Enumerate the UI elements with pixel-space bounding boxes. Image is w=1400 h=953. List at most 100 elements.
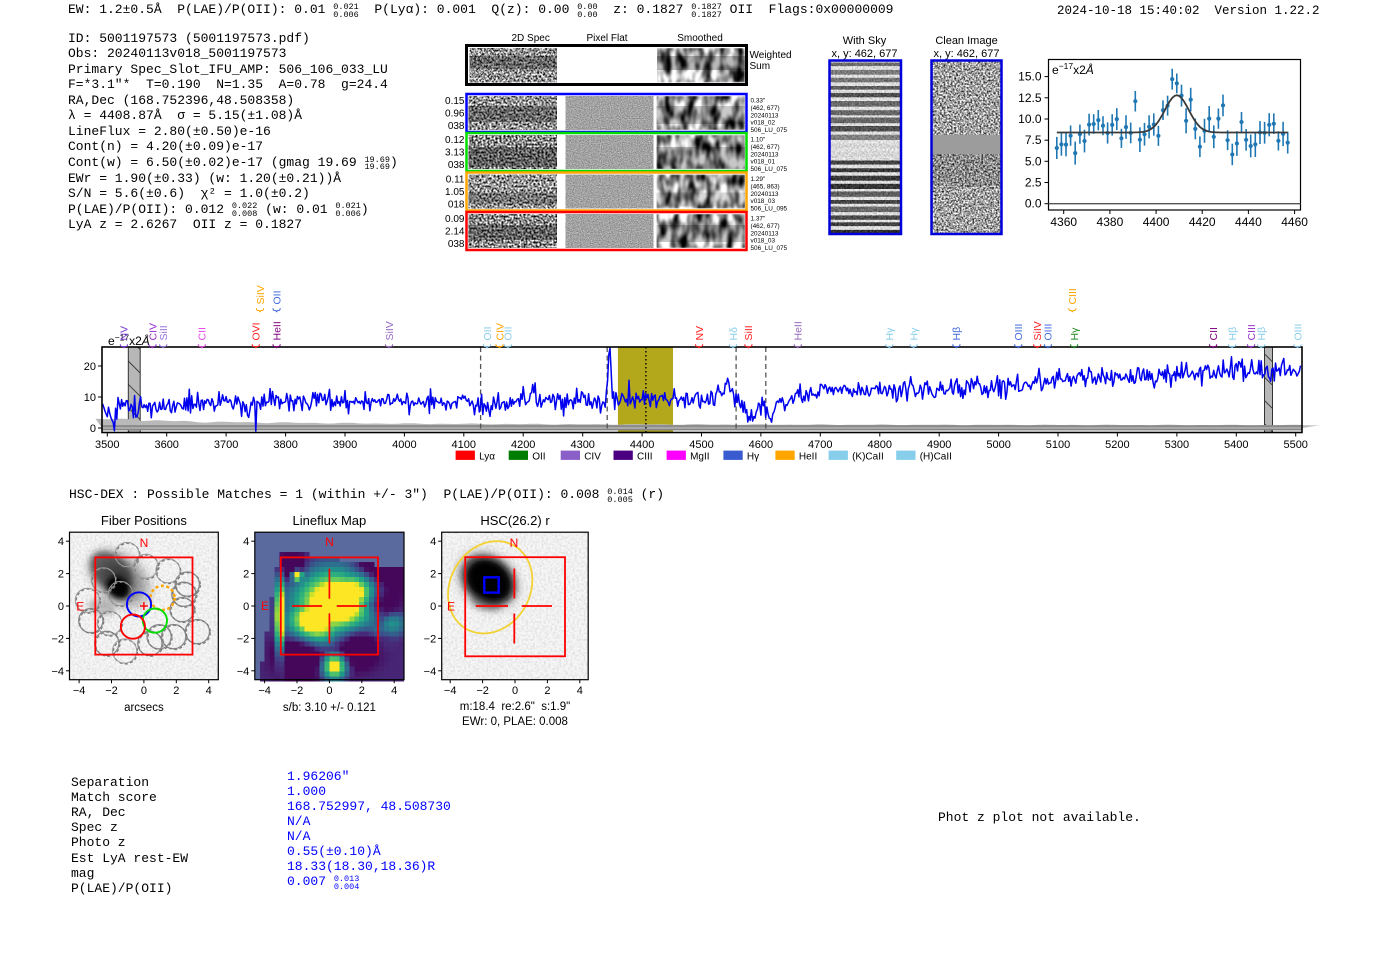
svg-text:506_LU_095: 506_LU_095 (751, 206, 788, 213)
svg-text:4: 4 (577, 685, 583, 697)
svg-text:2: 2 (58, 569, 64, 581)
svg-text:EWr: 0, PLAE: 0.008: EWr: 0, PLAE: 0.008 (462, 716, 568, 728)
svg-text:(462, 677): (462, 677) (751, 144, 780, 151)
svg-text:1.29": 1.29" (751, 176, 766, 183)
svg-text:CIII: CIII (1067, 288, 1079, 304)
svg-text:E: E (76, 600, 84, 614)
svg-text:SiII: SiII (158, 325, 170, 340)
svg-text:Smoothed: Smoothed (677, 33, 723, 44)
svg-text:20240113: 20240113 (751, 112, 779, 119)
svg-text:0.11: 0.11 (446, 175, 465, 186)
svg-text:4100: 4100 (452, 439, 476, 451)
svg-text:Lineflux Map: Lineflux Map (293, 513, 367, 528)
svg-text:MgII: MgII (690, 451, 709, 462)
svg-text:4600: 4600 (749, 439, 773, 451)
svg-text:2: 2 (243, 569, 249, 581)
svg-text:Weighted: Weighted (750, 50, 792, 61)
svg-text:E: E (447, 600, 455, 614)
svg-text:m:18.4 re:2.6" s:1.9": m:18.4 re:2.6" s:1.9" (460, 701, 570, 713)
svg-text:(H)CaII: (H)CaII (920, 451, 952, 462)
svg-text:(462, 677): (462, 677) (751, 105, 780, 112)
svg-text:OIII: OIII (1043, 324, 1055, 341)
svg-text:2D Spec: 2D Spec (512, 33, 550, 44)
svg-text:5200: 5200 (1105, 439, 1129, 451)
svg-text:0: 0 (141, 685, 147, 697)
svg-text:4: 4 (391, 685, 397, 697)
svg-text:−2: −2 (237, 633, 250, 645)
svg-text:N: N (510, 536, 519, 550)
svg-text:4: 4 (430, 536, 436, 548)
svg-text:4380: 4380 (1097, 215, 1124, 229)
svg-text:OIII: OIII (1013, 324, 1025, 341)
svg-text:Hγ: Hγ (1069, 327, 1081, 341)
svg-text:With Sky: With Sky (843, 35, 887, 47)
svg-text:−4: −4 (73, 685, 86, 697)
svg-text:−4: −4 (237, 666, 250, 678)
svg-text:5400: 5400 (1224, 439, 1248, 451)
svg-text:2: 2 (173, 685, 179, 697)
svg-text:NV: NV (694, 326, 706, 341)
svg-text:038: 038 (448, 239, 465, 250)
svg-text:Hγ: Hγ (884, 327, 896, 341)
svg-text:arcsecs: arcsecs (124, 702, 164, 714)
svg-text:E: E (261, 599, 269, 613)
svg-text:2.5: 2.5 (1025, 176, 1042, 190)
svg-text:3700: 3700 (214, 439, 238, 451)
svg-text:Lyα: Lyα (479, 451, 495, 462)
svg-text:1.10": 1.10" (751, 137, 766, 144)
svg-text:OVI: OVI (251, 322, 263, 340)
svg-text:506_LU_075: 506_LU_075 (751, 127, 788, 134)
svg-text:506_LU_075: 506_LU_075 (751, 166, 788, 173)
svg-text:SiIV: SiIV (384, 321, 396, 340)
svg-text:CII: CII (1208, 327, 1220, 340)
svg-text:7.5: 7.5 (1025, 133, 1042, 147)
svg-text:4900: 4900 (927, 439, 951, 451)
svg-text:v018_03: v018_03 (751, 198, 776, 205)
svg-text:0.96: 0.96 (445, 108, 465, 119)
svg-text:Hβ: Hβ (951, 327, 963, 341)
svg-text:5.0: 5.0 (1025, 154, 1042, 168)
svg-text:3500: 3500 (95, 439, 119, 451)
svg-text:OII: OII (271, 290, 283, 304)
svg-text:10: 10 (84, 392, 96, 404)
svg-text:038: 038 (448, 160, 465, 171)
svg-text:4360: 4360 (1050, 215, 1077, 229)
svg-text:e−17x2Å: e−17x2Å (1052, 61, 1094, 77)
svg-text:Clean Image: Clean Image (935, 35, 997, 47)
svg-text:0: 0 (90, 423, 96, 435)
svg-text:OIII: OIII (1292, 324, 1304, 341)
svg-text:−2: −2 (476, 685, 489, 697)
svg-text:3900: 3900 (333, 439, 357, 451)
svg-text:4420: 4420 (1189, 215, 1216, 229)
svg-text:v018_01: v018_01 (751, 159, 776, 166)
svg-text:(462, 677): (462, 677) (751, 223, 780, 230)
svg-text:2.14: 2.14 (445, 226, 465, 237)
svg-text:4000: 4000 (392, 439, 416, 451)
svg-text:0: 0 (430, 601, 436, 613)
svg-text:2: 2 (430, 569, 436, 581)
svg-text:4500: 4500 (689, 439, 713, 451)
svg-text:Hβ: Hβ (1256, 327, 1268, 341)
svg-text:−4: −4 (424, 666, 437, 678)
svg-text:HeII: HeII (793, 321, 805, 340)
svg-text:0.09: 0.09 (445, 214, 465, 225)
svg-text:5100: 5100 (1046, 439, 1070, 451)
svg-text:Hγ: Hγ (908, 327, 920, 341)
svg-text:OII: OII (482, 326, 494, 340)
svg-text:N: N (140, 536, 149, 550)
svg-text:4200: 4200 (511, 439, 535, 451)
svg-text:0: 0 (512, 685, 518, 697)
svg-text:4: 4 (206, 685, 212, 697)
svg-text:5500: 5500 (1283, 439, 1307, 451)
svg-text:4460: 4460 (1281, 215, 1308, 229)
svg-text:506_LU_075: 506_LU_075 (751, 245, 788, 252)
svg-text:018: 018 (448, 199, 465, 210)
svg-text:12.5: 12.5 (1018, 91, 1042, 105)
svg-text:CIV: CIV (584, 451, 601, 462)
svg-text:−2: −2 (424, 633, 437, 645)
svg-text:Fiber Positions: Fiber Positions (101, 513, 187, 528)
svg-text:0.33": 0.33" (751, 98, 766, 105)
svg-text:20: 20 (84, 361, 96, 373)
svg-text:3.13: 3.13 (445, 147, 465, 158)
svg-text:1.05: 1.05 (445, 187, 465, 198)
